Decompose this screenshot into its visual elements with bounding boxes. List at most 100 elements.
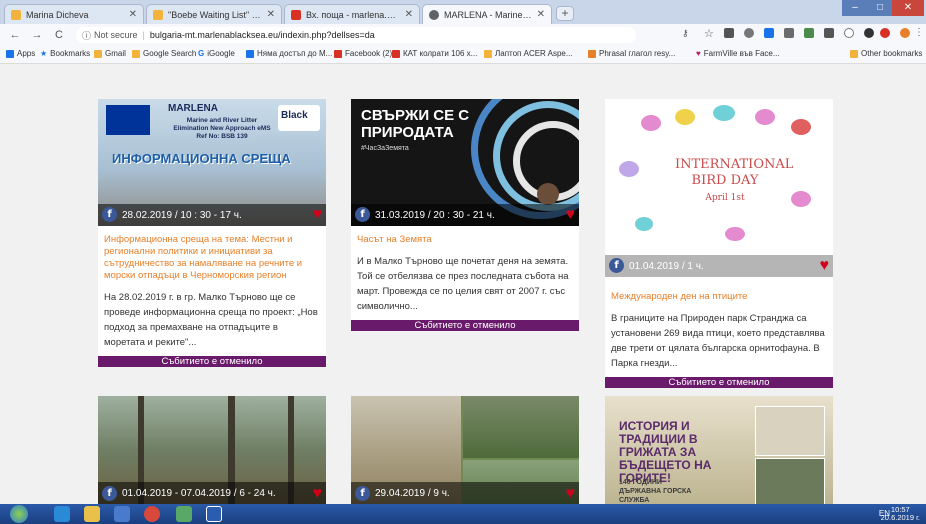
tab-favicon-icon [11, 9, 21, 20]
taskbar: EN 10:57 20.6.2019 г. [0, 504, 926, 524]
bookmark-no-access[interactable]: Няма достъп до М... [246, 49, 332, 58]
forward-icon[interactable]: → [30, 29, 44, 41]
extension-icon[interactable] [744, 28, 754, 38]
address-bar[interactable]: ⓘ Not secure | bulgaria-mt.marlenablacks… [76, 27, 636, 43]
event-image[interactable]: MARLENA Marine and River Litter Eliminat… [98, 99, 326, 226]
event-image[interactable]: INTERNATIONAL BIRD DAY April 1st 01.04.2… [605, 99, 833, 277]
event-date: 01.04.2019 - 07.04.2019 / 6 - 24 ч. [98, 482, 326, 504]
bookmark-apps[interactable]: Apps [6, 49, 35, 58]
event-title[interactable]: Информационна среща на тема: Местни и ре… [98, 226, 326, 286]
tab-2[interactable]: "Boebe Waiting List" (23) - dichev ✕ [146, 4, 282, 24]
bird-graphic [635, 217, 653, 231]
event-card[interactable]: INTERNATIONAL BIRD DAY April 1st 01.04.2… [605, 99, 833, 388]
facebook-icon[interactable]: f [102, 486, 117, 501]
event-image[interactable]: 01.04.2019 - 07.04.2019 / 6 - 24 ч. f ♥ [98, 396, 326, 504]
profile-avatar[interactable] [900, 28, 910, 38]
heart-icon[interactable]: ♥ [566, 207, 576, 223]
event-status: Събитието е отменило [605, 377, 833, 388]
extension-icon[interactable] [864, 28, 874, 38]
star-icon: ★ [40, 49, 48, 58]
event-card[interactable]: 01.04.2019 - 07.04.2019 / 6 - 24 ч. f ♥ [98, 396, 326, 504]
bookmark-kat[interactable]: КАТ колрати 106 х... [392, 49, 477, 58]
bookmark-igoogle[interactable]: GiGoogle [198, 49, 235, 58]
bookmark-icon [484, 49, 492, 58]
maximize-button[interactable]: □ [868, 0, 892, 16]
heart-icon[interactable]: ♥ [820, 258, 830, 274]
bookmark-laptop[interactable]: Лаптоп ACER Aspe... [484, 49, 573, 58]
key-icon[interactable]: ⚷ [682, 28, 689, 39]
word-icon[interactable] [206, 506, 222, 522]
event-status: Събитието е отменило [98, 356, 326, 367]
tab-strip: Marina Dicheva ✕ "Boebe Waiting List" (2… [0, 0, 926, 24]
start-button[interactable] [10, 505, 28, 523]
photo-graphic [755, 458, 825, 504]
event-card[interactable]: ИСТОРИЯ И ТРАДИЦИИ В ГРИЖАТА ЗА БЪДЕЩЕТО… [605, 396, 833, 504]
close-icon[interactable]: ✕ [267, 9, 275, 20]
extension-icon[interactable] [804, 28, 814, 38]
event-image[interactable]: 29.04.2019 / 9 ч. f ♥ [351, 396, 579, 504]
media-player-icon[interactable] [114, 506, 130, 522]
folder-icon[interactable] [84, 506, 100, 522]
bird-graphic [791, 191, 811, 207]
tab-label: Marina Dicheva [26, 9, 89, 20]
extension-icon[interactable] [764, 28, 774, 38]
close-icon[interactable]: ✕ [405, 9, 413, 20]
new-tab-button[interactable]: + [556, 6, 574, 21]
bookmark-phrasal[interactable]: Phrasal глагол resy... [588, 49, 675, 58]
security-label: Not secure [94, 30, 138, 40]
chrome-icon[interactable] [144, 506, 160, 522]
event-title[interactable]: Международен ден на птиците [605, 277, 833, 307]
earth-graphic [537, 183, 559, 205]
ie-icon[interactable] [54, 506, 70, 522]
event-card[interactable]: 29.04.2019 / 9 ч. f ♥ [351, 396, 579, 504]
event-date: 29.04.2019 / 9 ч. [351, 482, 579, 504]
extension-icon[interactable] [824, 28, 834, 38]
minimize-button[interactable]: ‒ [842, 0, 868, 16]
close-icon[interactable]: ✕ [129, 9, 137, 20]
close-icon[interactable]: ✕ [537, 9, 545, 20]
extension-icon[interactable] [724, 28, 734, 38]
bird-graphic [675, 109, 695, 125]
event-card[interactable]: MARLENA Marine and River Litter Eliminat… [98, 99, 326, 367]
bookmark-icon [392, 49, 400, 58]
menu-icon[interactable]: ⋮ [914, 27, 924, 38]
event-card[interactable]: СВЪРЖИ СЕ С ПРИРОДАТА #ЧасЗаЗемята 31.03… [351, 99, 579, 331]
bookmark-other[interactable]: Other bookmarks [850, 49, 922, 58]
image-subtitle: 140 ГОДИНИ ДЪРЖАВНА ГОРСКА СЛУЖБА [619, 479, 692, 504]
star-icon[interactable]: ☆ [704, 27, 714, 40]
app-icon[interactable] [176, 506, 192, 522]
bookmark-gmail[interactable]: Gmail [94, 49, 126, 58]
bird-graphic [641, 115, 661, 131]
tab-3[interactable]: Вх. поща - marlena.blacksea@gm ✕ [284, 4, 420, 24]
event-title[interactable]: Часът на Земята [351, 226, 579, 250]
heart-icon[interactable]: ♥ [313, 486, 323, 502]
folder-icon [850, 49, 858, 58]
extension-icon[interactable] [844, 28, 854, 38]
event-description: В границите на Природен парк Странджа са… [611, 313, 825, 369]
facebook-icon[interactable]: f [102, 207, 117, 222]
heart-icon[interactable]: ♥ [313, 207, 323, 223]
facebook-icon[interactable]: f [355, 486, 370, 501]
reload-icon[interactable]: C [52, 29, 66, 41]
bookmark-bookmarks[interactable]: ★ Bookmarks [40, 49, 90, 58]
info-icon[interactable]: ⓘ [82, 29, 91, 42]
tab-1[interactable]: Marina Dicheva ✕ [4, 4, 144, 24]
clock[interactable]: 10:57 20.6.2019 г. [881, 506, 920, 522]
photo-graphic [463, 396, 579, 458]
bookmark-facebook[interactable]: Facebook (2) [334, 49, 392, 58]
event-image[interactable]: СВЪРЖИ СЕ С ПРИРОДАТА #ЧасЗаЗемята 31.03… [351, 99, 579, 226]
tab-4-active[interactable]: MARLENA - Marine and River Litt ✕ [422, 4, 552, 24]
extension-icon[interactable] [880, 28, 890, 38]
facebook-icon[interactable]: f [355, 207, 370, 222]
back-icon[interactable]: ← [8, 29, 22, 41]
close-window-button[interactable]: ✕ [892, 0, 924, 16]
bookmark-icon [588, 49, 596, 58]
eu-flag-icon [106, 105, 150, 135]
event-image[interactable]: ИСТОРИЯ И ТРАДИЦИИ В ГРИЖАТА ЗА БЪДЕЩЕТО… [605, 396, 833, 504]
bookmark-google-search[interactable]: Google Search [132, 49, 196, 58]
heart-icon[interactable]: ♥ [566, 486, 576, 502]
bookmark-farmville[interactable]: ♥ FarmVille във Face... [696, 49, 780, 58]
extension-icon[interactable] [784, 28, 794, 38]
image-subtitle: #ЧасЗаЗемята [361, 145, 409, 152]
facebook-icon[interactable]: f [609, 258, 624, 273]
